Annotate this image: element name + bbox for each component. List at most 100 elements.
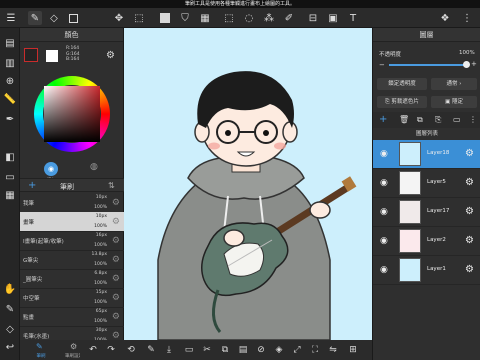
layer-row[interactable]: ◉ Layer18 ⚙: [373, 140, 480, 169]
layer-more-icon[interactable]: ⋮: [469, 115, 477, 124]
menu-icon[interactable]: ☰: [4, 11, 18, 25]
brush-tab-icon[interactable]: ✎: [36, 342, 43, 351]
brush-item[interactable]: _圓筆尖 6.8px 100% ⚙: [20, 269, 124, 289]
brush-item[interactable]: G筆尖 13.8px 100% ⚙: [20, 250, 124, 270]
transform-selection-icon[interactable]: ⤢: [290, 343, 304, 357]
add-brush-icon[interactable]: +: [28, 180, 36, 191]
visibility-eye-icon[interactable]: ◉: [380, 207, 388, 217]
visibility-eye-icon[interactable]: ◉: [380, 178, 388, 188]
secondary-color-swatch[interactable]: [46, 50, 58, 62]
fit-icon[interactable]: ⛶: [308, 343, 322, 357]
save-icon[interactable]: ⤓: [162, 343, 176, 357]
opacity-minus-icon[interactable]: −: [379, 61, 385, 69]
brush-settings-gear-icon[interactable]: ⚙: [112, 312, 120, 322]
pen-quick-icon[interactable]: ✎: [144, 343, 158, 357]
invert-selection-icon[interactable]: ◈: [272, 343, 286, 357]
bucket-icon[interactable]: ⛉: [178, 11, 192, 25]
brush-settings-tab-icon[interactable]: ⚙: [70, 342, 77, 351]
brush-item[interactable]: 我筆 10px 100% ⚙: [20, 193, 124, 213]
brush-toggle-icon[interactable]: ▦: [3, 188, 17, 202]
layer-toggle-icon[interactable]: ▭: [3, 170, 17, 184]
add-layer-icon[interactable]: +: [379, 114, 387, 125]
lasso-icon[interactable]: ◌: [242, 11, 256, 25]
layer-panel-title: 圖層: [373, 28, 480, 42]
undo-icon[interactable]: ↶: [86, 343, 100, 357]
layer-settings-gear-icon[interactable]: ⚙: [465, 148, 474, 159]
layer-row[interactable]: ◉ Layer17 ⚙: [373, 198, 480, 227]
eraser-tool-icon[interactable]: ◇: [47, 11, 61, 25]
visibility-eye-icon[interactable]: ◉: [380, 265, 388, 275]
fill-color-icon[interactable]: [158, 11, 172, 25]
transform-tool-icon[interactable]: ⬚: [132, 11, 146, 25]
select-pen-icon[interactable]: ✐: [282, 11, 296, 25]
brush-settings-gear-icon[interactable]: ⚙: [112, 293, 120, 303]
visibility-eye-icon[interactable]: ◉: [380, 236, 388, 246]
layer-settings-gear-icon[interactable]: ⚙: [465, 177, 474, 188]
primary-color-swatch[interactable]: [24, 48, 38, 62]
color-settings-gear-icon[interactable]: ⚙: [106, 50, 115, 61]
ruler-icon[interactable]: 📏: [3, 92, 17, 106]
saturation-value-square[interactable]: [44, 86, 100, 142]
gradient-icon[interactable]: ▦: [198, 11, 212, 25]
opacity-slider-knob[interactable]: [463, 61, 470, 68]
sort-brush-icon[interactable]: ⇅: [108, 181, 115, 190]
eyedropper-icon[interactable]: ✒: [3, 112, 17, 126]
color-swap-icon[interactable]: ◧: [3, 150, 17, 164]
back-icon[interactable]: ↩: [3, 340, 17, 354]
layer-row[interactable]: ◉ Layer1 ⚙: [373, 256, 480, 285]
drawing-canvas[interactable]: [124, 28, 372, 340]
brush-settings-gear-icon[interactable]: ⚙: [112, 255, 120, 265]
grid-menu-icon[interactable]: ⋮: [460, 11, 474, 25]
redo-icon[interactable]: ↷: [104, 343, 118, 357]
duplicate-layer-icon[interactable]: ⎘: [435, 115, 441, 125]
clear-icon[interactable]: ▭: [182, 343, 196, 357]
undo-history-icon[interactable]: ▥: [3, 56, 17, 70]
brush-name: 我筆: [23, 201, 35, 207]
color-wheel-tab-icon[interactable]: ◉: [44, 162, 58, 176]
brush-item[interactable]: 點畫 65px 100% ⚙: [20, 307, 124, 327]
rectangle-tool-icon[interactable]: [66, 11, 80, 25]
page-icon[interactable]: ▤: [3, 36, 17, 50]
brush-tool-icon[interactable]: ✎: [28, 11, 42, 25]
palette-tab-icon[interactable]: ◍: [90, 162, 98, 172]
cut-icon[interactable]: ✂: [200, 343, 214, 357]
brush-settings-gear-icon[interactable]: ⚙: [112, 236, 120, 246]
draft-layer-button[interactable]: ▣ 隱定: [431, 96, 477, 108]
brush-settings-gear-icon[interactable]: ⚙: [112, 274, 120, 284]
blend-mode-select[interactable]: 通常 ›: [431, 78, 477, 90]
grid-icon[interactable]: ⊞: [346, 343, 360, 357]
opacity-plus-icon[interactable]: +: [471, 60, 477, 68]
deselect-icon[interactable]: ⊘: [254, 343, 268, 357]
layers-icon[interactable]: ❖: [438, 11, 452, 25]
lasso-fill-icon[interactable]: ⟲: [124, 343, 138, 357]
move-tool-icon[interactable]: ✥: [112, 11, 126, 25]
erase-icon[interactable]: ◇: [3, 322, 17, 336]
layer-row[interactable]: ◉ Layer2 ⚙: [373, 227, 480, 256]
layer-settings-gear-icon[interactable]: ⚙: [465, 235, 474, 246]
material-icon[interactable]: ▣: [326, 11, 340, 25]
transfer-layer-icon[interactable]: ▭: [453, 115, 461, 124]
layer-settings-gear-icon[interactable]: ⚙: [465, 206, 474, 217]
magic-wand-icon[interactable]: ⁂: [262, 11, 276, 25]
layer-settings-gear-icon[interactable]: ⚙: [465, 264, 474, 275]
visibility-eye-icon[interactable]: ◉: [380, 149, 388, 159]
brush-item[interactable]: 中空筆 15px 100% ⚙: [20, 288, 124, 308]
pen-icon[interactable]: ✎: [3, 302, 17, 316]
lock-alpha-button[interactable]: 鎖定透明度: [377, 78, 427, 90]
zoom-icon[interactable]: ⊕: [3, 74, 17, 88]
brush-item[interactable]: I畫筆(起筆/收筆) 16px 100% ⚙: [20, 231, 124, 251]
brush-item[interactable]: 畫筆 10px 100% ⚙: [20, 212, 124, 232]
brush-settings-gear-icon[interactable]: ⚙: [112, 217, 120, 227]
copy-icon[interactable]: ⧉: [218, 343, 232, 357]
clipping-mask-button[interactable]: ⎘ 剪裁遮色片: [377, 96, 427, 108]
marquee-select-icon[interactable]: ⬚: [222, 11, 236, 25]
paste-icon[interactable]: ▤: [236, 343, 250, 357]
hand-icon[interactable]: ✋: [3, 282, 17, 296]
frame-icon[interactable]: ⊟: [306, 11, 320, 25]
brush-settings-gear-icon[interactable]: ⚙: [112, 198, 120, 208]
merge-layer-icon[interactable]: ⧉: [417, 115, 423, 125]
flip-icon[interactable]: ⇋: [326, 343, 340, 357]
delete-layer-icon[interactable]: 🗑: [399, 115, 409, 124]
layer-row[interactable]: ◉ Layer5 ⚙: [373, 169, 480, 198]
text-tool-icon[interactable]: T: [346, 11, 360, 25]
